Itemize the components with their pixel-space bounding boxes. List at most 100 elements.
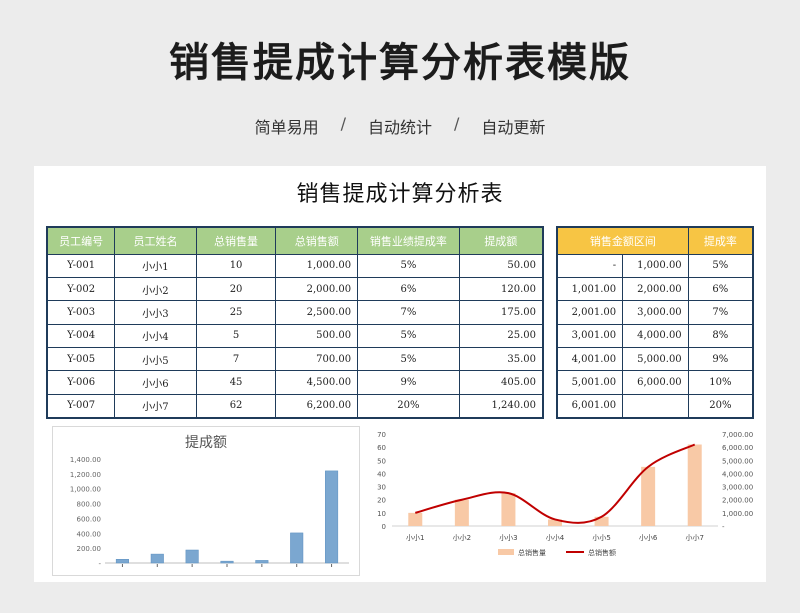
table-cell[interactable]: Y-004 (46, 323, 116, 349)
y-right-tick-label: 5,000.00 (722, 457, 753, 465)
table-cell[interactable]: 3,001.00 (556, 323, 624, 349)
bar (150, 553, 164, 564)
table-cell[interactable]: 5% (687, 253, 754, 278)
y-tick-label: 400.00 (77, 530, 102, 538)
table-cell[interactable]: 6,200.00 (275, 393, 359, 419)
table-cell[interactable]: 6,000.00 (622, 370, 689, 395)
sheet-title: 销售提成计算分析表 (296, 182, 504, 207)
table-cell[interactable]: 45 (195, 370, 277, 395)
table-cell[interactable]: 35.00 (458, 347, 544, 372)
table-cell[interactable]: 1,001.00 (556, 276, 624, 302)
table-cell[interactable]: 8% (687, 323, 754, 349)
table-cell[interactable]: Y-003 (46, 300, 116, 325)
table-cell[interactable]: 405.00 (458, 370, 544, 395)
table-cell[interactable]: 6,001.00 (556, 393, 624, 419)
table-cell[interactable]: 120.00 (458, 276, 544, 302)
table-cell[interactable]: 7 (195, 347, 277, 372)
header-commission-amount[interactable]: 提成额 (458, 226, 544, 255)
table-cell[interactable]: 4,001.00 (556, 347, 624, 372)
table-cell[interactable]: 2,001.00 (556, 300, 624, 325)
table-cell[interactable]: 2,500.00 (275, 300, 359, 325)
table-cell[interactable]: 1,000.00 (622, 253, 689, 278)
y-left-tick-label: 30 (377, 484, 386, 492)
table-cell[interactable]: 小小5 (114, 347, 197, 372)
table-cell[interactable]: Y-007 (46, 393, 116, 419)
header-employee-name[interactable]: 员工姓名 (114, 226, 197, 255)
table-cell[interactable]: 2,000.00 (622, 276, 689, 302)
table-cell[interactable]: 10 (195, 253, 277, 278)
table-row: Y-005 小小5 7 700.00 5% 35.00 (46, 347, 544, 372)
table-cell[interactable]: 500.00 (275, 323, 359, 349)
table-row: Y-001 小小1 10 1,000.00 5% 50.00 (46, 253, 544, 278)
table-cell[interactable]: 4,500.00 (275, 370, 359, 395)
table-cell[interactable]: 1,240.00 (458, 393, 544, 419)
x-tick-label: 小小5 (592, 533, 610, 542)
table-cell[interactable]: Y-005 (46, 347, 116, 372)
commission-bar-chart[interactable]: 提成额 1,400.00 1,200.00 1,000.00 800.00 600.00 4… (52, 426, 360, 576)
table-cell[interactable]: 5 (195, 323, 277, 349)
table-cell[interactable]: - (556, 253, 624, 278)
table-cell[interactable]: 175.00 (458, 300, 544, 325)
table-cell[interactable]: 4,000.00 (622, 323, 689, 349)
table-cell[interactable]: 6% (687, 276, 754, 302)
table-row: 6,001.00 20% (556, 393, 754, 419)
table-cell[interactable]: 小小7 (114, 393, 197, 419)
table-cell[interactable]: 5,000.00 (622, 347, 689, 372)
quantity-bar (501, 493, 516, 526)
table-cell[interactable]: 小小2 (114, 276, 197, 302)
table-cell[interactable]: Y-001 (46, 253, 116, 278)
table-cell[interactable]: 6% (357, 276, 460, 302)
sales-combo-chart-svg: 70 60 50 40 30 20 10 0 7,000.00 6,000.00 5,000.00 4… (377, 431, 753, 557)
header-sales-range[interactable]: 销售金额区间 (556, 226, 689, 255)
header-total-sales[interactable]: 总销售额 (275, 226, 359, 255)
table-row: 1,001.00 2,000.00 6% (556, 276, 754, 302)
table-cell[interactable]: 小小6 (114, 370, 197, 395)
legend-label-sales: 总销售额 (588, 548, 616, 557)
table-cell[interactable]: 10% (687, 370, 754, 395)
table-cell[interactable]: 50.00 (458, 253, 544, 278)
table-cell[interactable]: 9% (687, 347, 754, 372)
header-employee-id[interactable]: 员工编号 (46, 226, 116, 255)
table-cell[interactable] (622, 393, 689, 419)
table-cell[interactable]: 5% (357, 253, 460, 278)
table-cell[interactable]: 62 (195, 393, 277, 419)
table-cell[interactable]: 25.00 (458, 323, 544, 349)
table-cell[interactable]: 5% (357, 323, 460, 349)
table-cell[interactable]: 700.00 (275, 347, 359, 372)
table-cell[interactable]: 2,000.00 (275, 276, 359, 302)
x-tick-label: 小小6 (639, 533, 658, 542)
table-cell[interactable]: Y-006 (46, 370, 116, 395)
header-total-quantity[interactable]: 总销售量 (195, 226, 277, 255)
table-cell[interactable]: 5,001.00 (556, 370, 624, 395)
subtitle-tags: 简单易用 / 自动统计 / 自动更新 (0, 114, 800, 138)
quantity-bar (454, 499, 469, 526)
table-cell[interactable]: 7% (687, 300, 754, 325)
table-cell[interactable]: 9% (357, 370, 460, 395)
table-cell[interactable]: 小小3 (114, 300, 197, 325)
table-cell[interactable]: 20% (687, 393, 754, 419)
y-right-tick-label: 2,000.00 (722, 497, 753, 505)
table-cell[interactable]: 7% (357, 300, 460, 325)
table-cell[interactable]: 小小1 (114, 253, 197, 278)
table-row: 4,001.00 5,000.00 9% (556, 347, 754, 372)
page-title: 销售提成计算分析表模版 (169, 40, 631, 86)
table-cell[interactable]: 1,000.00 (275, 253, 359, 278)
table-cell[interactable]: Y-002 (46, 276, 116, 302)
y-tick-label: 1,400.00 (70, 456, 101, 464)
bar (220, 560, 234, 564)
table-row: Y-007 小小7 62 6,200.00 20% 1,240.00 (46, 393, 544, 419)
table-cell[interactable]: 20 (195, 276, 277, 302)
table-cell[interactable]: 3,000.00 (622, 300, 689, 325)
table-cell[interactable]: 20% (357, 393, 460, 419)
header-rate[interactable]: 提成率 (687, 226, 754, 255)
header-commission-rate[interactable]: 销售业绩提成率 (357, 226, 460, 255)
y-left-tick-label: 50 (377, 457, 386, 465)
table-cell[interactable]: 5% (357, 347, 460, 372)
table-cell[interactable]: 25 (195, 300, 277, 325)
quantity-bar (687, 444, 702, 526)
y-tick-label: - (98, 560, 101, 568)
x-tick-label: 小小1 (406, 533, 424, 542)
y-tick-label: 200.00 (77, 545, 102, 553)
sales-combo-chart[interactable]: 70 60 50 40 30 20 10 0 7,000.00 6,000.00 5,000.00 4… (370, 428, 762, 578)
table-cell[interactable]: 小小4 (114, 323, 197, 349)
